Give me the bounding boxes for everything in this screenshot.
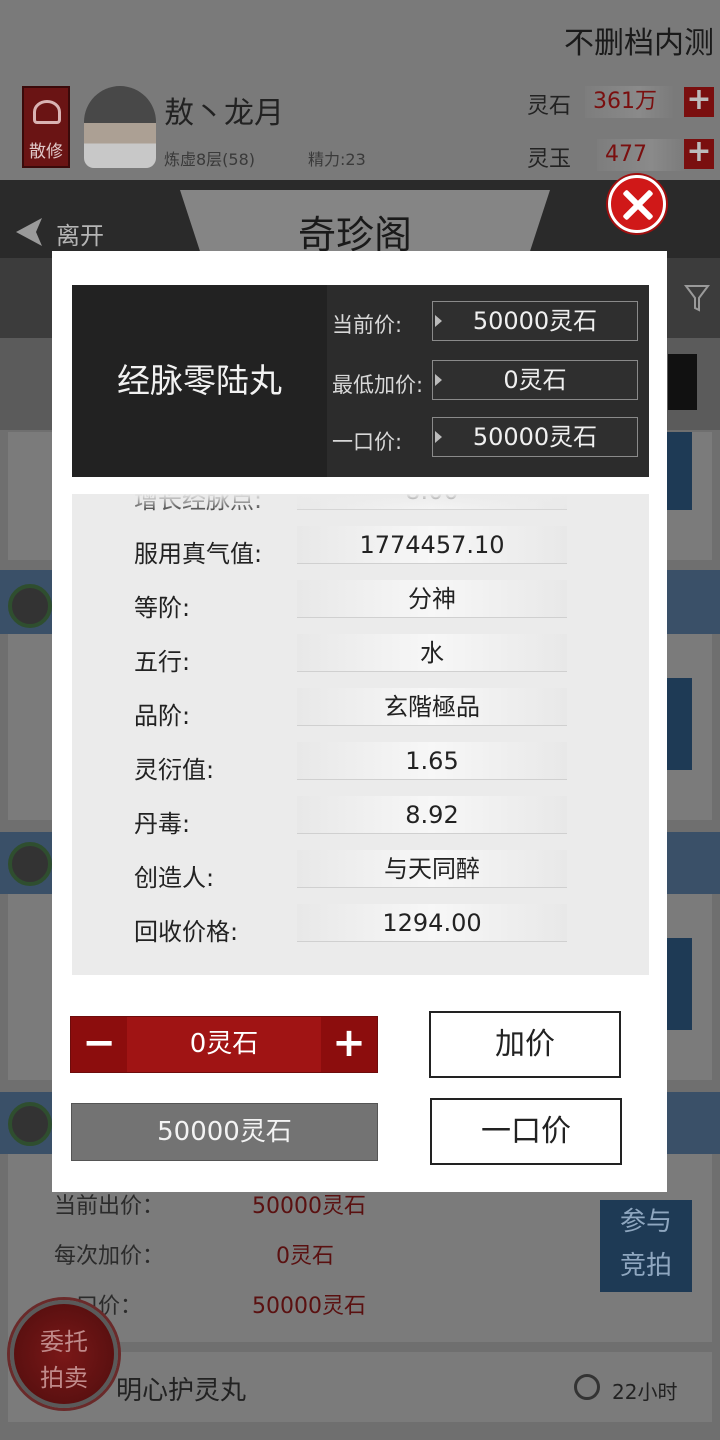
buyout-price-value: 50000灵石 [432, 417, 638, 457]
property-label: 五行: [134, 648, 191, 676]
join-label-line2: 竞拍 [619, 1251, 672, 1281]
raise-bid-button[interactable]: 加价 [429, 1011, 621, 1078]
property-label: 增长经脉点: [134, 494, 263, 514]
item-level-badge [8, 842, 52, 886]
entrust-auction-button[interactable]: 委托 拍卖 [10, 1300, 118, 1408]
next-item-time: 22小时 [612, 1380, 678, 1404]
property-row: 等阶: 分神 [72, 576, 649, 630]
current-bid-value: 50000灵石 [252, 1194, 366, 1219]
back-button[interactable]: 离开 [56, 216, 104, 251]
bid-amount-value[interactable]: 0灵石 [127, 1017, 321, 1072]
decrease-bid-button[interactable]: − [71, 1017, 127, 1072]
character-level: 炼虚8层(58) [164, 150, 256, 169]
buyout-price-label: 一口价: [332, 430, 403, 454]
buyout-amount-display: 50000灵石 [71, 1103, 378, 1161]
property-label: 服用真气值: [134, 540, 263, 568]
property-row: 品阶: 玄階極品 [72, 684, 649, 738]
lotus-icon [33, 100, 61, 124]
item-summary-panel: 经脉零陆丸 当前价: 50000灵石 最低加价: 0灵石 一口价: 50000灵… [72, 285, 649, 477]
property-value: 1.65 [297, 742, 567, 780]
min-increment-label: 最低加价: [332, 373, 424, 397]
next-item-name: 明心护灵丸 [116, 1376, 247, 1406]
rank-badge: 散修 [22, 86, 70, 168]
property-label: 创造人: [134, 864, 215, 892]
item-properties-list[interactable]: 增长经脉点: 8.00 服用真气值: 1774457.10 等阶: 分神 五行:… [72, 494, 649, 975]
property-value: 1774457.10 [297, 526, 567, 564]
join-label-line1: 参与 [619, 1207, 672, 1237]
spirit-stone-label: 灵石 [527, 94, 572, 119]
property-label: 灵衍值: [134, 756, 215, 784]
min-increment-value: 0灵石 [432, 360, 638, 400]
spirit-stone-value: 361万 [585, 86, 675, 118]
item-detail-dialog: 经脉零陆丸 当前价: 50000灵石 最低加价: 0灵石 一口价: 50000灵… [52, 251, 667, 1192]
property-label: 丹毒: [134, 810, 191, 838]
property-value: 8.00 [297, 494, 567, 510]
entrust-label-line1: 委托 [40, 1328, 88, 1356]
property-label: 品阶: [134, 702, 191, 730]
property-row: 丹毒: 8.92 [72, 792, 649, 846]
property-value: 8.92 [297, 796, 567, 834]
search-button[interactable] [668, 354, 697, 410]
property-value: 玄階極品 [297, 688, 567, 726]
item-level-badge [8, 584, 52, 628]
add-spirit-stone-button[interactable]: + [684, 85, 714, 117]
buyout-button[interactable]: 一口价 [430, 1098, 622, 1165]
add-spirit-jade-button[interactable]: + [684, 137, 714, 169]
spirit-jade-value: 477 [597, 139, 687, 171]
property-label: 回收价格: [134, 918, 239, 946]
property-label: 等阶: [134, 594, 191, 622]
property-row: 五行: 水 [72, 630, 649, 684]
bid-amount-stepper: − 0灵石 + [70, 1016, 378, 1073]
item-name: 经脉零陆丸 [72, 285, 327, 477]
rank-label: 散修 [29, 142, 63, 162]
property-row: 增长经脉点: 8.00 [72, 494, 649, 522]
avatar[interactable] [84, 86, 156, 168]
property-value: 分神 [297, 580, 567, 618]
buyout-value: 50000灵石 [252, 1294, 366, 1319]
property-value: 与天同醉 [297, 850, 567, 888]
join-auction-button[interactable]: 参与 竞拍 [600, 1200, 692, 1292]
property-value: 水 [297, 634, 567, 672]
item-level-badge [8, 1102, 52, 1146]
character-energy: 精力:23 [308, 150, 366, 169]
current-bid-label: 当前出价： [54, 1194, 165, 1219]
clock-icon [574, 1374, 600, 1400]
current-price-value: 50000灵石 [432, 301, 638, 341]
property-row: 创造人: 与天同醉 [72, 846, 649, 900]
property-value: 1294.00 [297, 904, 567, 942]
property-row: 灵衍值: 1.65 [72, 738, 649, 792]
close-icon[interactable] [608, 175, 666, 233]
increment-label: 每次加价： [54, 1244, 165, 1269]
character-name: 敖丶龙月 [164, 96, 284, 131]
spirit-jade-label: 灵玉 [527, 147, 572, 172]
back-arrow-icon[interactable] [12, 214, 48, 250]
increment-value: 0灵石 [276, 1244, 334, 1269]
property-row: 服用真气值: 1774457.10 [72, 522, 649, 576]
property-row: 回收价格: 1294.00 [72, 900, 649, 954]
increase-bid-button[interactable]: + [321, 1017, 377, 1072]
server-test-label: 不删档内测 [564, 26, 714, 61]
entrust-label-line2: 拍卖 [40, 1364, 88, 1392]
current-price-label: 当前价: [332, 313, 403, 337]
filter-icon[interactable] [684, 284, 710, 312]
